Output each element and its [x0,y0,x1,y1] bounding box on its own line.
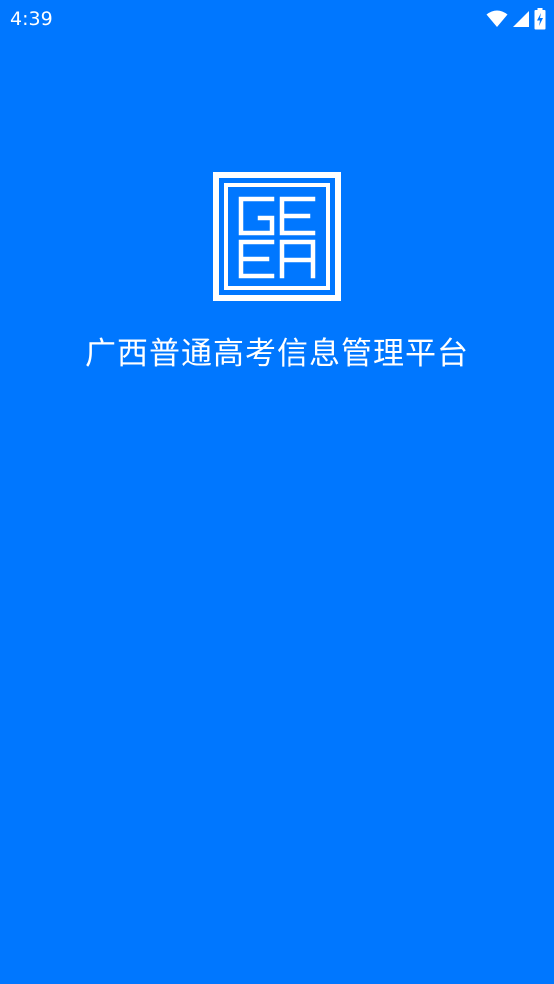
app-title: 广西普通高考信息管理平台 [85,336,469,372]
splash-screen: 4:39 广西普通高考信息管理平台 [0,0,554,984]
cellular-signal-icon [512,10,530,28]
status-time: 4:39 [10,8,53,30]
battery-charging-icon [534,8,546,30]
geea-logo-icon [213,172,341,301]
wifi-icon [486,10,508,28]
status-icons [486,7,546,31]
status-bar: 4:39 [0,0,554,38]
